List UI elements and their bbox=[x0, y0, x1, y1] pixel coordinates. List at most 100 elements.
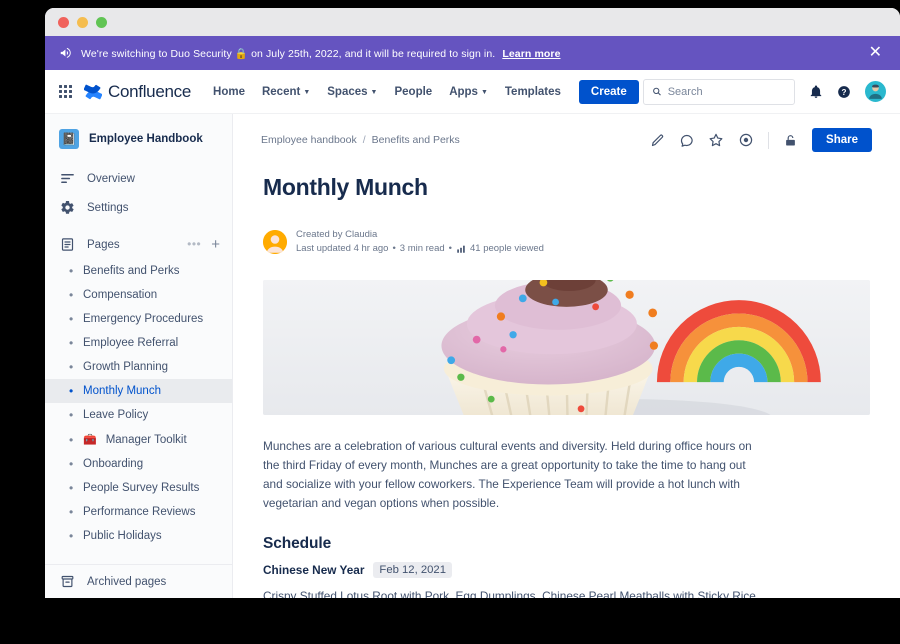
gear-icon bbox=[59, 200, 75, 215]
sidebar-item-overview[interactable]: Overview bbox=[45, 164, 232, 193]
svg-text:?: ? bbox=[842, 87, 847, 96]
top-navigation-bar: Confluence Home Recent ▼ Spaces ▼ People bbox=[45, 70, 900, 114]
sidebar-page-manager-toolkit[interactable]: • 🧰 Manager Toolkit bbox=[45, 427, 232, 452]
window-titlebar bbox=[45, 8, 900, 36]
nav-item-recent[interactable]: Recent ▼ bbox=[262, 86, 310, 98]
window-maximize-button[interactable] bbox=[96, 16, 107, 28]
nav-item-recent-label: Recent bbox=[261, 85, 301, 98]
cupcake-photo bbox=[263, 280, 870, 415]
action-divider bbox=[768, 131, 770, 149]
bullet-icon: • bbox=[69, 288, 74, 302]
sidebar-page-benefits-and-perks[interactable]: • Benefits and Perks bbox=[45, 259, 232, 283]
edit-pencil-icon[interactable] bbox=[650, 133, 665, 148]
intro-paragraph: Munches are a celebration of various cul… bbox=[263, 439, 752, 511]
notebook-icon: 📓 bbox=[59, 129, 79, 149]
sidebar-page-employee-referral[interactable]: • Employee Referral bbox=[45, 331, 232, 355]
bullet-icon: • bbox=[69, 408, 74, 422]
bullet-icon: • bbox=[69, 264, 74, 278]
sidebar-section-pages[interactable]: Pages ••• + bbox=[45, 230, 232, 259]
confluence-logo[interactable]: Confluence bbox=[84, 82, 191, 102]
sidebar-page-label: Monthly Munch bbox=[83, 385, 161, 397]
notifications-bell-icon[interactable] bbox=[809, 84, 823, 99]
banner-text-after: on July 25th, 2022, and it will be requi… bbox=[251, 47, 496, 60]
nav-item-spaces-label: Spaces bbox=[327, 85, 368, 98]
announcement-banner: We're switching to Duo Security 🔒 on Jul… bbox=[45, 36, 900, 70]
bullet-icon: • bbox=[69, 529, 74, 543]
bullet-icon: • bbox=[69, 360, 74, 374]
comment-icon[interactable] bbox=[679, 133, 694, 148]
window-minimize-button[interactable] bbox=[77, 16, 88, 28]
sidebar-page-onboarding[interactable]: • Onboarding bbox=[45, 452, 232, 476]
share-button[interactable]: Share bbox=[812, 128, 872, 152]
sidebar-page-public-holidays[interactable]: • Public Holidays bbox=[45, 524, 232, 548]
create-button[interactable]: Create bbox=[578, 79, 639, 104]
document-body: Monthly Munch Created by Claudia Last up… bbox=[233, 174, 900, 598]
archived-pages-label: Archived pages bbox=[87, 575, 167, 588]
pages-add-icon[interactable]: + bbox=[211, 237, 220, 252]
sidebar-page-monthly-munch[interactable]: • Monthly Munch bbox=[45, 379, 232, 403]
chevron-down-icon: ▼ bbox=[370, 89, 378, 96]
nav-item-templates[interactable]: Templates bbox=[505, 86, 561, 98]
sidebar-page-label: Manager Toolkit bbox=[105, 433, 187, 446]
nav-item-apps-label: Apps bbox=[449, 85, 478, 98]
bullet-icon: • bbox=[69, 505, 74, 519]
breadcrumb-item-parent[interactable]: Benefits and Perks bbox=[372, 134, 460, 146]
sidebar-item-settings[interactable]: Settings bbox=[45, 193, 232, 222]
breadcrumb-separator: / bbox=[362, 134, 366, 146]
bullet-icon: • bbox=[69, 457, 74, 471]
bullet-icon: • bbox=[69, 336, 74, 350]
analytics-icon bbox=[456, 244, 466, 254]
event-name: Chinese New Year bbox=[263, 563, 365, 578]
app-switcher-grid-icon[interactable] bbox=[59, 85, 72, 98]
space-sidebar: 📓 Employee Handbook Overview Settings Pa… bbox=[45, 114, 233, 598]
last-updated-label: Last updated 4 hr ago bbox=[296, 243, 389, 254]
archived-pages-item[interactable]: Archived pages bbox=[45, 564, 232, 598]
sidebar-page-compensation[interactable]: • Compensation bbox=[45, 283, 232, 307]
read-time-label: 3 min read bbox=[399, 243, 445, 254]
star-icon[interactable] bbox=[708, 132, 724, 148]
restrictions-lock-icon[interactable] bbox=[783, 133, 798, 148]
nav-item-apps[interactable]: Apps ▼ bbox=[449, 86, 488, 98]
toolbox-emoji-icon: 🧰 bbox=[83, 434, 97, 446]
help-icon[interactable]: ? bbox=[837, 85, 851, 99]
meta-separator: • bbox=[392, 243, 396, 254]
created-by-line: Created by Claudia bbox=[296, 229, 544, 240]
nav-item-spaces[interactable]: Spaces ▼ bbox=[327, 86, 377, 98]
window-close-button[interactable] bbox=[58, 16, 69, 28]
watch-eye-icon[interactable] bbox=[738, 132, 754, 148]
sidebar-page-label: Onboarding bbox=[83, 458, 144, 470]
sidebar-page-label: Performance Reviews bbox=[83, 506, 196, 518]
schedule-heading: Schedule bbox=[263, 535, 332, 553]
sidebar-page-emergency-procedures[interactable]: • Emergency Procedures bbox=[45, 307, 232, 331]
meta-separator: • bbox=[448, 243, 452, 254]
sidebar-page-label: Employee Referral bbox=[83, 337, 179, 349]
banner-message: We're switching to Duo Security 🔒 on Jul… bbox=[81, 47, 561, 60]
nav-links: Home Recent ▼ Spaces ▼ People Apps ▼ Tem… bbox=[213, 86, 561, 98]
views-label: 41 people viewed bbox=[469, 243, 544, 254]
sidebar-page-label: Public Holidays bbox=[83, 530, 162, 542]
breadcrumb-item-space[interactable]: Employee handbook bbox=[261, 134, 357, 146]
banner-text-before: We're switching to Duo Security bbox=[81, 47, 232, 60]
search-box[interactable] bbox=[643, 78, 795, 105]
sidebar-page-growth-planning[interactable]: • Growth Planning bbox=[45, 355, 232, 379]
profile-avatar[interactable] bbox=[865, 81, 886, 102]
hero-image bbox=[263, 280, 870, 415]
sidebar-page-label: Benefits and Perks bbox=[83, 265, 180, 277]
banner-close-icon[interactable]: ✕ bbox=[865, 43, 886, 63]
pages-more-icon[interactable]: ••• bbox=[187, 238, 201, 250]
author-avatar[interactable] bbox=[263, 229, 287, 254]
app-body: 📓 Employee Handbook Overview Settings Pa… bbox=[45, 114, 900, 598]
archive-icon bbox=[59, 574, 75, 589]
sidebar-page-performance-reviews[interactable]: • Performance Reviews bbox=[45, 500, 232, 524]
search-icon bbox=[653, 87, 661, 96]
sidebar-page-people-survey-results[interactable]: • People Survey Results bbox=[45, 476, 232, 500]
page-action-bar: Share bbox=[650, 128, 872, 152]
updated-line: Last updated 4 hr ago • 3 min read • 41 … bbox=[296, 243, 544, 254]
nav-item-people[interactable]: People bbox=[394, 86, 432, 98]
lock-emoji-icon: 🔒 bbox=[234, 47, 249, 60]
nav-item-home[interactable]: Home bbox=[213, 86, 245, 98]
space-header[interactable]: 📓 Employee Handbook bbox=[45, 122, 232, 156]
sidebar-page-leave-policy[interactable]: • Leave Policy bbox=[45, 403, 232, 427]
learn-more-link[interactable]: Learn more bbox=[502, 48, 560, 60]
search-input[interactable] bbox=[667, 85, 786, 98]
